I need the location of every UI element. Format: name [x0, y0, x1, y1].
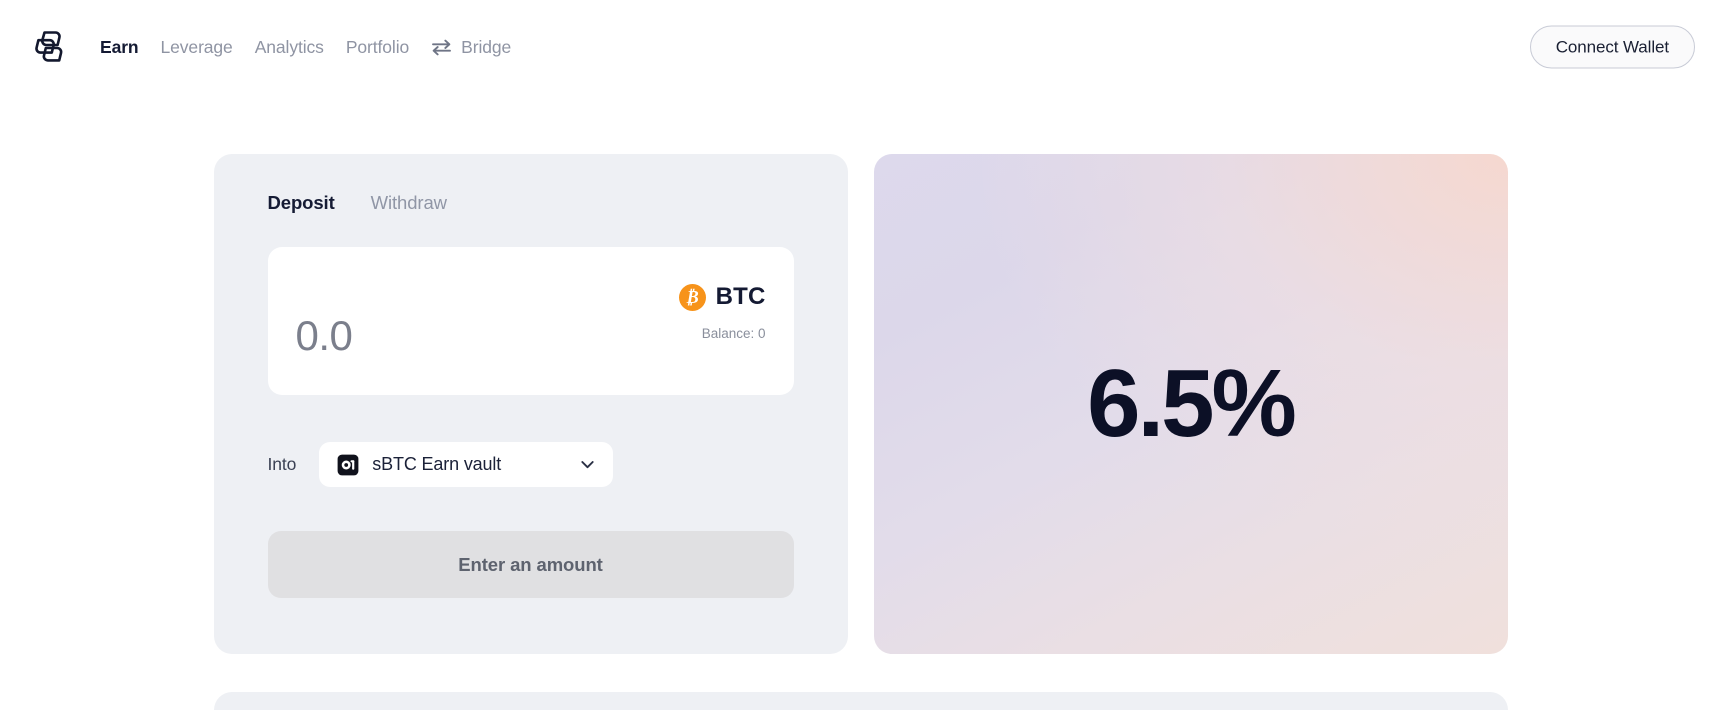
nav-item-portfolio[interactable]: Portfolio — [346, 31, 431, 64]
nav-item-bridge[interactable]: Bridge — [431, 31, 533, 64]
tab-withdraw-label: Withdraw — [371, 192, 447, 213]
vault-name: sBTC Earn vault — [372, 454, 565, 475]
into-row: Into sBTC Earn vault — [268, 442, 794, 487]
tab-deposit-label: Deposit — [268, 192, 335, 213]
tab-deposit[interactable]: Deposit — [268, 192, 335, 214]
nav-item-earn[interactable]: Earn — [100, 31, 161, 64]
balance-label: Balance: 0 — [702, 326, 766, 341]
nav-label-analytics: Analytics — [255, 37, 324, 57]
enter-amount-button[interactable]: Enter an amount — [268, 531, 794, 598]
amount-input-box: ₿ BTC Balance: 0 — [268, 247, 794, 395]
bottom-panel — [214, 692, 1508, 710]
main-nav: Earn Leverage Analytics Portfolio Bridge — [100, 31, 533, 64]
nav-label-leverage: Leverage — [161, 37, 233, 57]
safe-vault-icon — [337, 454, 359, 476]
deposit-card: Deposit Withdraw ₿ BTC Balance: 0 Into — [214, 154, 848, 654]
apy-value: 6.5% — [1087, 356, 1294, 452]
tab-withdraw[interactable]: Withdraw — [371, 192, 447, 214]
bitcoin-icon: ₿ — [679, 284, 706, 311]
nav-label-portfolio: Portfolio — [346, 37, 409, 57]
token-column: ₿ BTC Balance: 0 — [679, 277, 766, 395]
deposit-withdraw-tabs: Deposit Withdraw — [268, 192, 794, 214]
connect-wallet-button[interactable]: Connect Wallet — [1530, 26, 1695, 69]
nav-label-bridge: Bridge — [461, 37, 511, 58]
token-selector[interactable]: ₿ BTC — [679, 283, 766, 311]
amount-input[interactable] — [296, 277, 596, 395]
nav-item-analytics[interactable]: Analytics — [255, 31, 346, 64]
token-symbol: BTC — [716, 283, 766, 311]
main-content: Deposit Withdraw ₿ BTC Balance: 0 Into — [0, 94, 1721, 710]
nav-item-leverage[interactable]: Leverage — [161, 31, 255, 64]
brand-logo-icon[interactable] — [26, 25, 70, 69]
chevron-down-icon — [578, 455, 597, 474]
into-label: Into — [268, 454, 297, 475]
apy-card: 6.5% — [874, 154, 1508, 654]
vault-select[interactable]: sBTC Earn vault — [319, 442, 613, 487]
swap-arrows-icon — [431, 39, 452, 56]
nav-label-earn: Earn — [100, 37, 139, 57]
cards-row: Deposit Withdraw ₿ BTC Balance: 0 Into — [214, 154, 1508, 654]
top-navbar: Earn Leverage Analytics Portfolio Bridge… — [0, 0, 1721, 94]
